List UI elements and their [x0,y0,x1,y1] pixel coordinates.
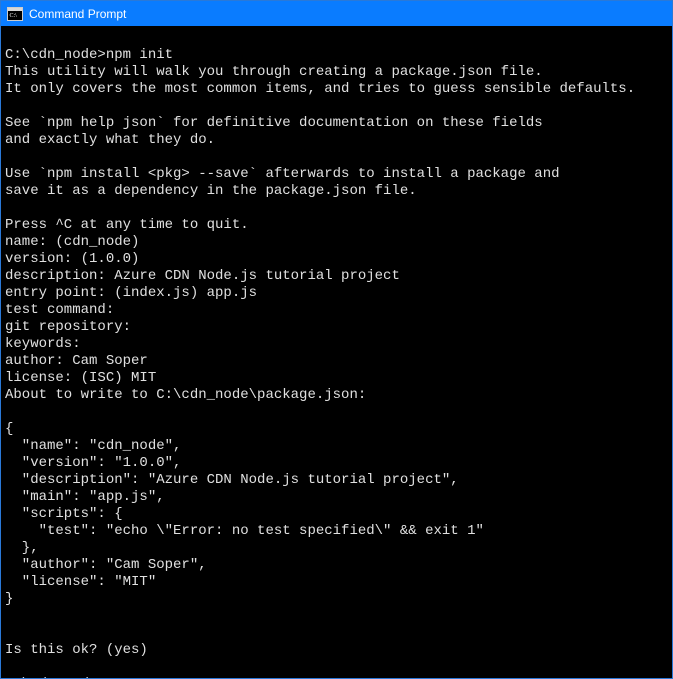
terminal-line: }, [5,540,668,557]
command-prompt-icon: C:\ [7,6,23,22]
terminal-line: git repository: [5,319,668,336]
terminal-line: version: (1.0.0) [5,251,668,268]
terminal-line [5,30,668,47]
terminal-line: keywords: [5,336,668,353]
terminal-line [5,200,668,217]
terminal-line: "main": "app.js", [5,489,668,506]
titlebar[interactable]: C:\ Command Prompt [1,1,672,26]
terminal-line: } [5,591,668,608]
terminal-line: Use `npm install <pkg> --save` afterward… [5,166,668,183]
terminal-line: "name": "cdn_node", [5,438,668,455]
terminal-line: About to write to C:\cdn_node\package.js… [5,387,668,404]
terminal-line: See `npm help json` for definitive docum… [5,115,668,132]
terminal-line: and exactly what they do. [5,132,668,149]
terminal-line: "description": "Azure CDN Node.js tutori… [5,472,668,489]
terminal-line: Press ^C at any time to quit. [5,217,668,234]
svg-text:C:\: C:\ [10,13,18,19]
window-title: Command Prompt [29,7,126,21]
terminal-line: "author": "Cam Soper", [5,557,668,574]
terminal-line: "test": "echo \"Error: no test specified… [5,523,668,540]
terminal-line: "scripts": { [5,506,668,523]
terminal-output[interactable]: C:\cdn_node>npm initThis utility will wa… [1,26,672,678]
terminal-line [5,149,668,166]
terminal-line: author: Cam Soper [5,353,668,370]
terminal-line: Is this ok? (yes) [5,642,668,659]
terminal-line: name: (cdn_node) [5,234,668,251]
terminal-line: C:\cdn_node> [5,676,668,678]
terminal-line: entry point: (index.js) app.js [5,285,668,302]
terminal-line: { [5,421,668,438]
terminal-line: save it as a dependency in the package.j… [5,183,668,200]
terminal-line: This utility will walk you through creat… [5,64,668,81]
terminal-line [5,625,668,642]
terminal-line: description: Azure CDN Node.js tutorial … [5,268,668,285]
terminal-line: "license": "MIT" [5,574,668,591]
terminal-line [5,404,668,421]
terminal-line: license: (ISC) MIT [5,370,668,387]
terminal-line [5,659,668,676]
terminal-line: test command: [5,302,668,319]
terminal-line: C:\cdn_node>npm init [5,47,668,64]
command-prompt-window: C:\ Command Prompt C:\cdn_node>npm initT… [0,0,673,679]
terminal-line [5,98,668,115]
terminal-line: It only covers the most common items, an… [5,81,668,98]
terminal-line: "version": "1.0.0", [5,455,668,472]
terminal-line [5,608,668,625]
